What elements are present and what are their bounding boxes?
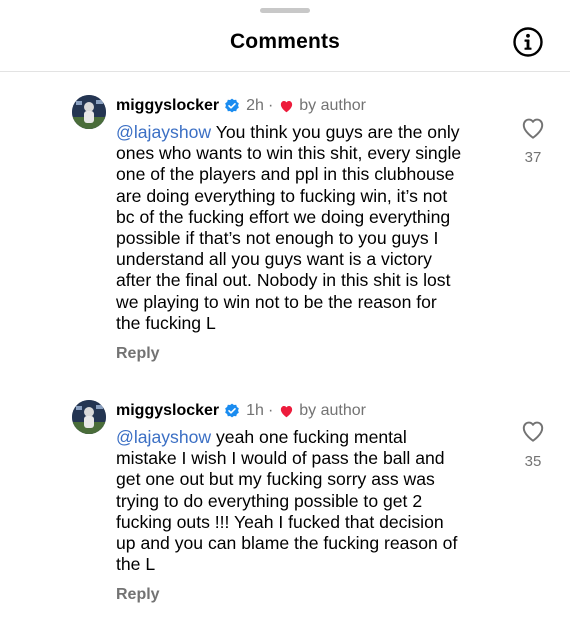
- author-heart-icon: [281, 406, 293, 418]
- avatar[interactable]: [72, 95, 106, 129]
- comment-line: we playing to win not to be the reason f…: [116, 291, 437, 312]
- comment-meta: miggyslocker 2h · by author: [116, 95, 366, 117]
- author-heart-icon: [281, 101, 293, 113]
- username[interactable]: miggyslocker: [116, 97, 219, 115]
- by-author-label: by author: [299, 402, 366, 419]
- reply-button[interactable]: Reply: [116, 586, 160, 604]
- comment-line: one of the players and ppl in this clubh…: [116, 164, 455, 185]
- comment-line: fucking outs !!! Yeah I fucked that deci…: [116, 511, 444, 532]
- comment-line: possible if that’s not enough to you guy…: [116, 228, 439, 249]
- comment-line: the fucking L: [116, 312, 216, 333]
- comments-header: Comments: [0, 0, 570, 72]
- comment-meta: miggyslocker 1h · by author: [116, 400, 366, 422]
- mention-link[interactable]: @lajayshow: [116, 122, 211, 142]
- comment-line: yeah one fucking mental: [211, 427, 407, 447]
- username[interactable]: miggyslocker: [116, 402, 219, 420]
- comment-text: @lajayshow You think you guys are the on…: [116, 122, 506, 334]
- page-title: Comments: [229, 30, 341, 53]
- separator-dot: ·: [267, 402, 274, 419]
- heart-outline-icon[interactable]: [520, 116, 546, 140]
- mention-link[interactable]: @lajayshow: [116, 427, 211, 447]
- avatar[interactable]: [72, 400, 106, 434]
- avatar-image: [72, 95, 106, 129]
- by-author-label: by author: [299, 97, 366, 114]
- verified-badge-icon: [225, 98, 239, 113]
- heart-outline-icon[interactable]: [520, 419, 546, 443]
- comment-line: the L: [116, 554, 156, 575]
- reply-button[interactable]: Reply: [116, 345, 160, 363]
- comment-line: bc of the fucking effort we doing everyt…: [116, 206, 451, 227]
- comment-line: are doing everything to fucking win, it’…: [116, 185, 448, 206]
- comment-line: ones who wants to win this shit, every s…: [116, 143, 462, 164]
- comment-line: after the final out. Nobody in this shit…: [116, 270, 451, 291]
- like-count: 37: [524, 149, 542, 166]
- avatar-image: [72, 400, 106, 434]
- comment-line: get one out but my fucking sorry ass was: [116, 469, 435, 490]
- like-count: 35: [524, 453, 542, 470]
- separator-dot: ·: [267, 97, 274, 114]
- comment-line: understand all you guys want is a victor…: [116, 249, 432, 270]
- comment-timestamp: 1h: [246, 402, 264, 419]
- comment-line: trying to do everything possible to get …: [116, 490, 423, 511]
- comment-line: mistake I wish I would of pass the ball …: [116, 448, 445, 469]
- info-icon[interactable]: [512, 26, 544, 58]
- comment-text: @lajayshow yeah one fucking mental mista…: [116, 427, 506, 575]
- verified-badge-icon: [225, 403, 239, 418]
- comment-timestamp: 2h: [246, 97, 264, 114]
- comment-line: up and you can blame the fucking reason …: [116, 533, 458, 554]
- comment-line: You think you guys are the only: [211, 122, 460, 142]
